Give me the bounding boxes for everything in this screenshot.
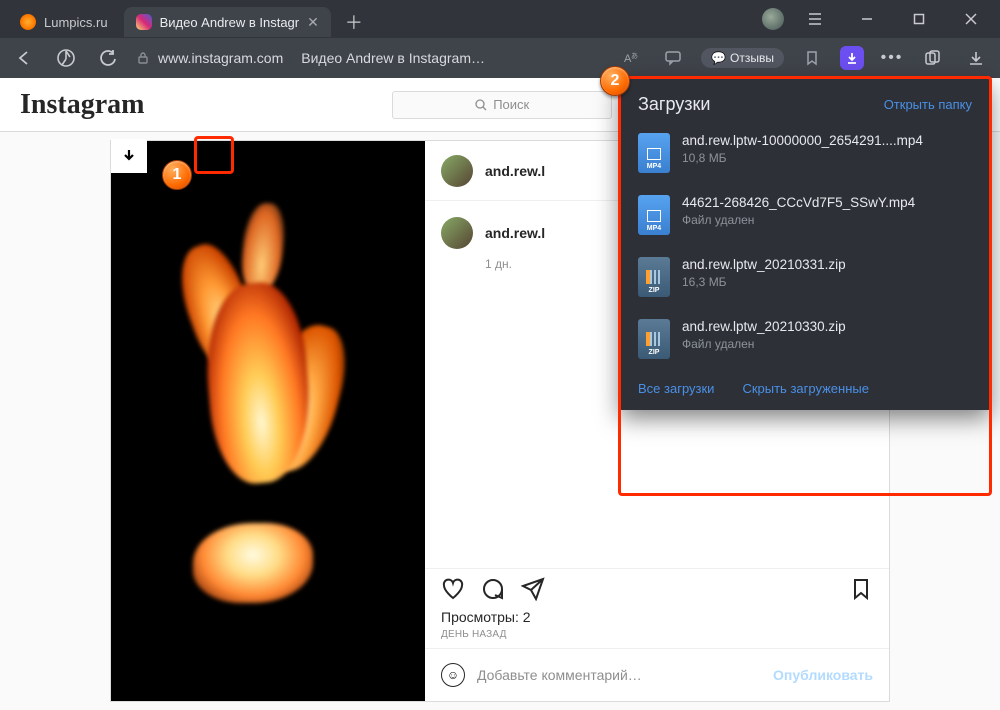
favicon-lumpics (20, 14, 36, 30)
svg-text:あ: あ (631, 52, 638, 60)
favicon-instagram (136, 14, 152, 30)
views-label: Просмотры: 2 (441, 609, 873, 625)
chat-icon: 💬 (711, 51, 726, 65)
back-button[interactable] (10, 44, 38, 72)
post-actions: Просмотры: 2 ДЕНЬ НАЗАД (425, 568, 889, 648)
timestamp: ДЕНЬ НАЗАД (441, 629, 873, 640)
downloads-icon[interactable] (962, 44, 990, 72)
download-filename: and.rew.lptw_20210331.zip (682, 257, 972, 272)
download-item[interactable]: MP4 and.rew.lptw-10000000_2654291....mp4… (638, 133, 972, 173)
close-button[interactable] (950, 4, 992, 34)
reload-button[interactable] (94, 44, 122, 72)
close-icon[interactable]: ✕ (307, 14, 319, 31)
yandex-home-icon[interactable] (52, 44, 80, 72)
bookmark-icon[interactable] (798, 44, 826, 72)
download-filename: and.rew.lptw-10000000_2654291....mp4 (682, 133, 972, 148)
download-filename: 44621-268426_CCcVd7F5_SSwY.mp4 (682, 195, 972, 210)
download-item[interactable]: ZIP and.rew.lptw_20210330.zip Файл удален (638, 319, 972, 359)
download-item[interactable]: ZIP and.rew.lptw_20210331.zip 16,3 МБ (638, 257, 972, 297)
download-item[interactable]: MP4 44621-268426_CCcVd7F5_SSwY.mp4 Файл у… (638, 195, 972, 235)
open-folder-link[interactable]: Открыть папку (884, 97, 972, 112)
file-mp4-icon: MP4 (638, 195, 670, 235)
publish-button[interactable]: Опубликовать (773, 667, 873, 683)
instagram-logo[interactable]: Instagram (20, 89, 144, 121)
tab-label: Lumpics.ru (44, 15, 108, 30)
collections-icon[interactable] (920, 44, 948, 72)
reviews-pill[interactable]: 💬Отзывы (701, 48, 784, 68)
downloads-panel: Загрузки Открыть папку MP4 and.rew.lptw-… (620, 78, 990, 410)
search-icon (475, 99, 487, 111)
more-icon[interactable]: ••• (878, 44, 906, 72)
url-host: www.instagram.com (158, 50, 283, 66)
lock-icon (136, 51, 150, 65)
file-zip-icon: ZIP (638, 319, 670, 359)
comment-input[interactable]: Добавьте комментарий… (477, 667, 761, 683)
file-mp4-icon: MP4 (638, 133, 670, 173)
new-tab-button[interactable]: ＋ (341, 9, 367, 35)
search-placeholder: Поиск (493, 97, 529, 112)
url-box[interactable]: www.instagram.com (136, 50, 283, 66)
all-downloads-link[interactable]: Все загрузки (638, 381, 714, 396)
profile-avatar[interactable] (762, 8, 784, 30)
maximize-button[interactable] (898, 4, 940, 34)
download-sub: 16,3 МБ (682, 275, 972, 289)
flame-image (158, 183, 378, 659)
page-title: Видео Andrew в Instagram… (301, 50, 603, 66)
menu-icon[interactable] (794, 4, 836, 34)
download-filename: and.rew.lptw_20210330.zip (682, 319, 972, 334)
window-controls (762, 4, 992, 34)
search-input[interactable]: Поиск (392, 91, 612, 119)
avatar[interactable] (441, 217, 473, 249)
add-comment-row: ☺ Добавьте комментарий… Опубликовать (425, 648, 889, 701)
emoji-icon[interactable]: ☺ (441, 663, 465, 687)
downloads-title: Загрузки (638, 94, 710, 115)
titlebar: Lumpics.ru Видео Andrew в Instagr ✕ ＋ (0, 0, 1000, 38)
comment-icon[interactable] (481, 577, 505, 601)
callout-marker-2: 2 (600, 66, 630, 96)
tab-label: Видео Andrew в Instagr (160, 15, 300, 30)
tab-instagram[interactable]: Видео Andrew в Instagr ✕ (124, 7, 331, 37)
save-icon[interactable] (849, 577, 873, 601)
tab-lumpics[interactable]: Lumpics.ru (8, 7, 120, 37)
like-icon[interactable] (441, 577, 465, 601)
address-right: Аあ 💬Отзывы ••• (617, 44, 990, 72)
comments-icon[interactable] (659, 44, 687, 72)
download-overlay-button[interactable] (111, 139, 147, 173)
download-sub: Файл удален (682, 213, 972, 227)
post-video[interactable] (111, 141, 425, 701)
comment-username[interactable]: and.rew.l (485, 225, 545, 241)
share-icon[interactable] (521, 577, 545, 601)
hide-downloaded-link[interactable]: Скрыть загруженные (742, 381, 869, 396)
callout-marker-1: 1 (162, 160, 192, 190)
download-sub: 10,8 МБ (682, 151, 972, 165)
download-sub: Файл удален (682, 337, 972, 351)
address-bar: www.instagram.com Видео Andrew в Instagr… (0, 38, 1000, 78)
file-zip-icon: ZIP (638, 257, 670, 297)
avatar[interactable] (441, 155, 473, 187)
post-username[interactable]: and.rew.l (485, 163, 545, 179)
download-extension-icon[interactable] (840, 46, 864, 70)
minimize-button[interactable] (846, 4, 888, 34)
